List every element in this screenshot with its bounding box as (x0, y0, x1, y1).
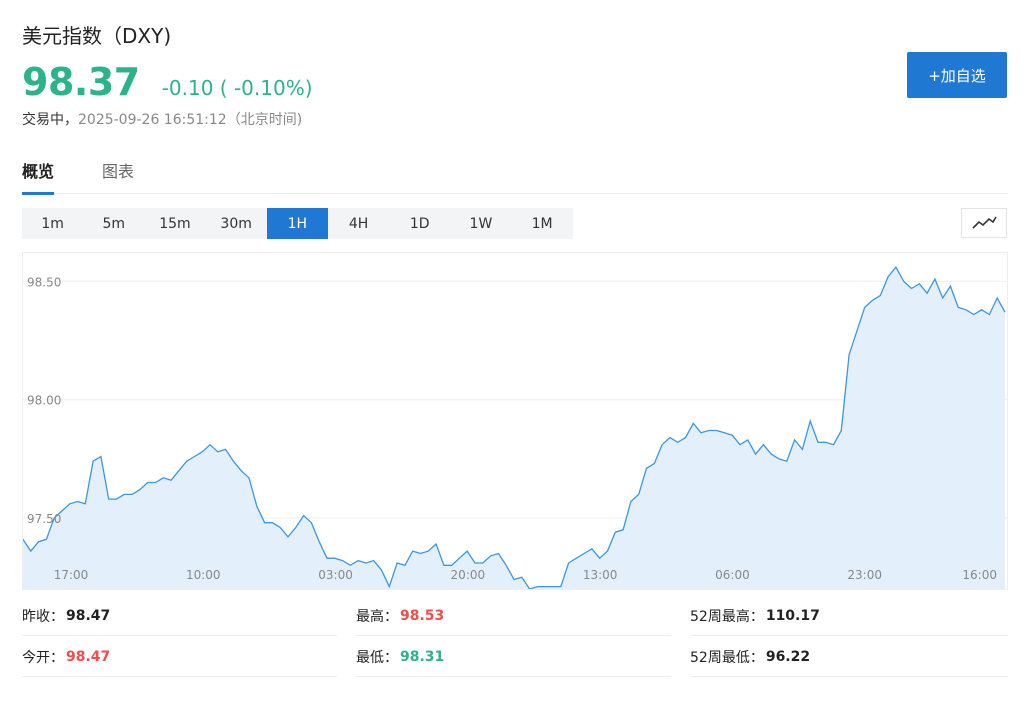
price-chart-svg: 97.50 98.00 98.50 17:00 10:00 03:00 20:00 13:0… (23, 266, 1007, 589)
range-5m[interactable]: 5m (83, 208, 144, 239)
range-30m[interactable]: 30m (206, 208, 267, 239)
add-to-watchlist-button[interactable]: +加自选 (907, 52, 1007, 98)
stat-value: 98.53 (400, 607, 445, 624)
stat-52w-high: 52周最高： 110.17 (690, 596, 1008, 636)
range-1h[interactable]: 1H (266, 208, 328, 239)
tab-overview[interactable]: 概览 (22, 158, 55, 195)
stat-open: 今开： 98.47 (22, 637, 337, 677)
range-4h[interactable]: 4H (328, 208, 389, 239)
tab-bar: 概览 图表 (22, 156, 1008, 195)
price-change: -0.10 ( -0.10%) (161, 76, 313, 100)
stat-low: 最低： 98.31 (356, 637, 671, 677)
stat-value: 98.47 (66, 607, 111, 624)
x-tick-label: 13:00 (583, 568, 618, 582)
y-tick-label: 97.50 (27, 512, 61, 526)
x-tick-label: 10:00 (186, 568, 221, 582)
range-15m[interactable]: 15m (144, 208, 205, 239)
stat-label: 最低： (356, 649, 398, 666)
tab-chart[interactable]: 图表 (102, 158, 134, 192)
stat-value: 96.22 (765, 648, 811, 665)
stat-value: 110.17 (765, 607, 820, 624)
trading-status: 交易中，2025-09-26 16:51:12（北京时间) (22, 109, 302, 129)
status-time: 2025-09-26 16:51:12（北京时间) (78, 112, 303, 128)
stat-52w-low: 52周最低： 96.22 (690, 637, 1008, 677)
x-tick-label: 20:00 (451, 568, 486, 582)
range-1mo[interactable]: 1M (512, 208, 573, 239)
x-tick-label: 17:00 (54, 568, 89, 582)
range-1d[interactable]: 1D (389, 208, 450, 239)
current-price: 98.37 (22, 60, 140, 104)
chart-type-button[interactable] (961, 208, 1007, 238)
stat-label: 今开： (22, 649, 64, 666)
time-range-selector: 1m 5m 15m 30m 1H 4H 1D 1W 1M (22, 208, 573, 239)
y-tick-label: 98.50 (27, 275, 61, 289)
price-chart[interactable]: 97.50 98.00 98.50 17:00 10:00 03:00 20:00 13:0… (22, 252, 1008, 590)
x-tick-label: 06:00 (715, 568, 750, 582)
stat-prev-close: 昨收： 98.47 (22, 596, 337, 636)
stat-label: 52周最低： (690, 649, 764, 666)
x-tick-label: 03:00 (318, 568, 353, 582)
page-title: 美元指数（DXY) (22, 24, 172, 48)
quote-row: 98.37 -0.10 ( -0.10%) (22, 60, 313, 104)
x-axis-labels: 17:00 10:00 03:00 20:00 13:00 06:00 23:00 16:00 (54, 568, 997, 582)
y-tick-label: 98.00 (27, 394, 61, 408)
stat-value: 98.31 (400, 648, 445, 665)
stat-label: 52周最高： (690, 608, 764, 625)
line-chart-icon (972, 216, 997, 229)
y-axis-labels: 97.50 98.00 98.50 (27, 275, 61, 526)
range-1w[interactable]: 1W (450, 208, 511, 239)
stat-label: 最高： (356, 608, 398, 625)
stat-high: 最高： 98.53 (356, 596, 671, 636)
x-tick-label: 23:00 (847, 568, 882, 582)
price-area (23, 267, 1005, 589)
x-tick-label: 16:00 (962, 568, 997, 582)
stat-value: 98.47 (66, 648, 111, 665)
stat-label: 昨收： (22, 608, 64, 625)
status-label: 交易中， (22, 112, 78, 128)
range-1m[interactable]: 1m (22, 208, 83, 239)
